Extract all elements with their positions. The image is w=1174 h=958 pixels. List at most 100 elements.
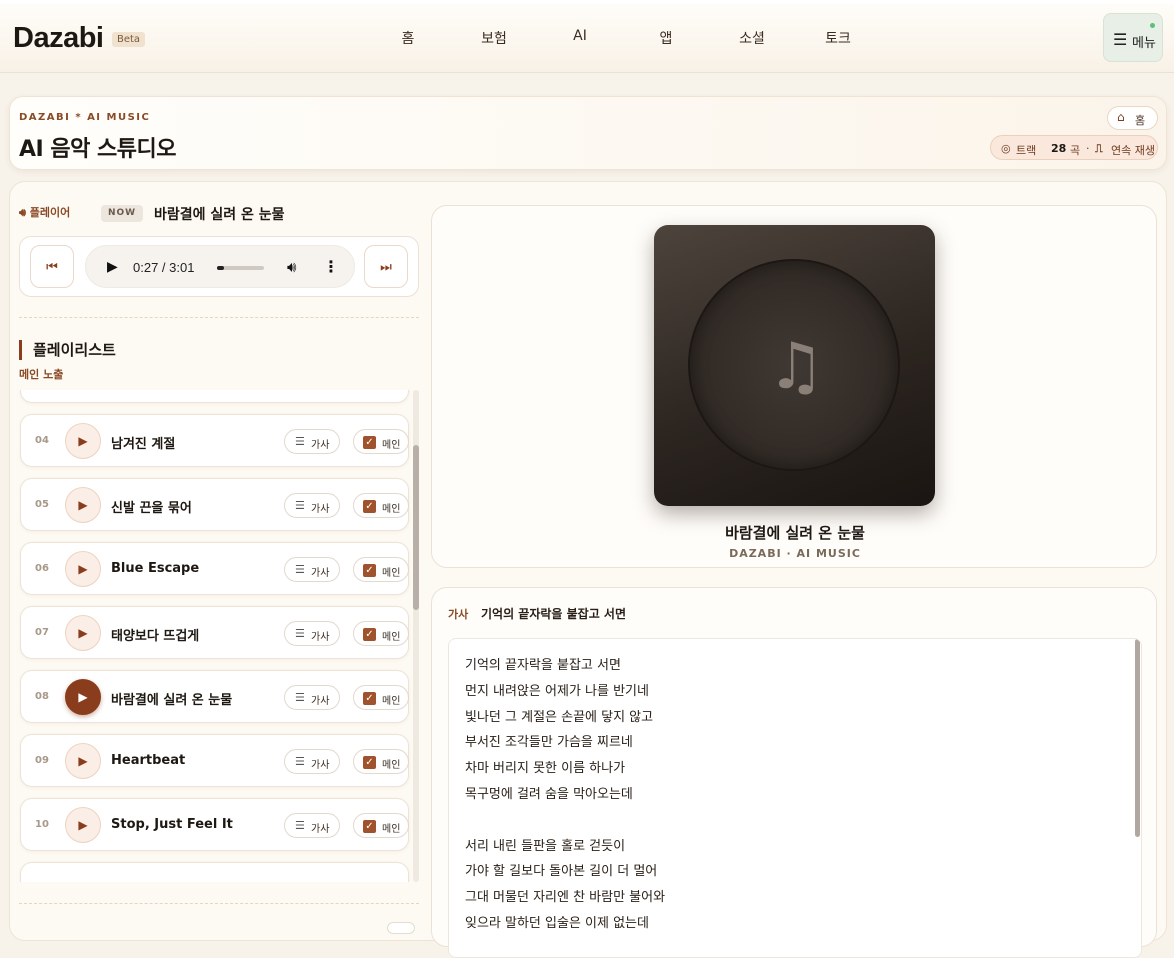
play-icon: ▶ <box>78 818 88 832</box>
main-checkbox-label: 메인 <box>382 504 401 515</box>
checkbox-checked-icon: ✓ <box>363 692 376 705</box>
playlist-scrollbar[interactable] <box>413 390 419 882</box>
list-item[interactable]: 08 ▶ 바람결에 실려 온 눈물 ☰ 가사 ✓ 메인 <box>20 670 409 723</box>
lines-icon: ☰ <box>295 435 305 448</box>
lines-icon: ☰ <box>295 563 305 576</box>
lines-icon: ☰ <box>295 691 305 704</box>
list-item-partial <box>20 390 409 403</box>
main-checkbox[interactable]: ✓ 메인 <box>353 429 409 454</box>
track-play-button[interactable]: ▶ <box>65 743 101 779</box>
lyrics-label: 가사 <box>448 608 469 621</box>
track-number: 05 <box>35 499 49 510</box>
nav-ai[interactable]: AI <box>550 28 610 44</box>
lyrics-button[interactable]: ☰ 가사 <box>284 685 340 710</box>
track-unit: 곡 <box>1070 144 1081 157</box>
track-number: 08 <box>35 691 49 702</box>
main-checkbox[interactable]: ✓ 메인 <box>353 557 409 582</box>
main-checkbox[interactable]: ✓ 메인 <box>353 749 409 774</box>
main-checkbox-label: 메인 <box>382 824 401 835</box>
lyric-line: 그대 머물던 자리엔 찬 바람만 불어와 <box>465 890 666 906</box>
nav-insurance[interactable]: 보험 <box>464 28 524 48</box>
artwork-title: 바람결에 실려 온 눈물 <box>725 524 865 542</box>
lines-icon: ☰ <box>295 627 305 640</box>
separator-dot: · <box>1086 142 1090 155</box>
progress-track[interactable] <box>217 266 264 270</box>
track-title: 태양보다 뜨겁게 <box>111 629 200 644</box>
track-play-button[interactable]: ▶ <box>65 807 101 843</box>
list-item[interactable]: 09 ▶ Heartbeat ☰ 가사 ✓ 메인 <box>20 734 409 787</box>
lyrics-button-label: 가사 <box>311 568 330 579</box>
nav-app[interactable]: 앱 <box>636 28 696 48</box>
track-play-button[interactable]: ▶ <box>65 679 101 715</box>
play-icon[interactable]: ▶ <box>107 259 118 275</box>
nav-talk[interactable]: 토크 <box>808 28 868 48</box>
track-play-button[interactable]: ▶ <box>65 423 101 459</box>
main-checkbox-label: 메인 <box>382 568 401 579</box>
lines-icon: ☰ <box>295 819 305 832</box>
page-title-card: DAZABI * AI MUSIC AI 음악 스튜디오 ⌂ 홈 ◎ 트랙 28… <box>9 96 1167 170</box>
lyrics-button[interactable]: ☰ 가사 <box>284 557 340 582</box>
track-play-button[interactable]: ▶ <box>65 487 101 523</box>
home-label: 홈 <box>1135 114 1146 127</box>
scrollbar-thumb[interactable] <box>413 445 419 610</box>
lyrics-button[interactable]: ☰ 가사 <box>284 429 340 454</box>
list-item[interactable]: 04 ▶ 남겨진 계절 ☰ 가사 ✓ 메인 <box>20 414 409 467</box>
lyrics-button[interactable]: ☰ 가사 <box>284 621 340 646</box>
lyric-line: 잊으라 말하던 입술은 이제 없는데 <box>465 915 649 931</box>
track-title: 신발 끈을 묶어 <box>111 501 192 516</box>
lyrics-button-label: 가사 <box>311 824 330 835</box>
nav-social[interactable]: 소셜 <box>722 28 782 48</box>
list-item[interactable]: 07 ▶ 태양보다 뜨겁게 ☰ 가사 ✓ 메인 <box>20 606 409 659</box>
nav-home[interactable]: 홈 <box>378 28 438 48</box>
lyrics-button-label: 가사 <box>311 696 330 707</box>
lyrics-scrollbar[interactable] <box>1135 639 1140 837</box>
menu-button[interactable]: ☰ 메뉴 <box>1103 13 1163 62</box>
lyrics-button-label: 가사 <box>311 632 330 643</box>
lyric-line <box>465 808 665 834</box>
checkbox-checked-icon: ✓ <box>363 564 376 577</box>
play-icon: ▶ <box>78 754 88 768</box>
track-title: 남겨진 계절 <box>111 437 176 452</box>
partial-button <box>387 922 415 934</box>
playlist-title: 플레이리스트 <box>19 340 116 360</box>
now-badge: NOW <box>101 205 143 222</box>
playlist-list[interactable]: 04 ▶ 남겨진 계절 ☰ 가사 ✓ 메인 05 ▶ 신발 끈을 묶어 ☰ 가사 ✓ 메인 06 ▶ Blue … <box>19 390 411 882</box>
more-options-icon[interactable]: ⋮ <box>323 257 339 276</box>
lyrics-button-label: 가사 <box>311 760 330 771</box>
lines-icon: ☰ <box>295 755 305 768</box>
skip-previous-icon: ⏮︎ <box>46 260 58 275</box>
list-item[interactable]: 05 ▶ 신발 끈을 묶어 ☰ 가사 ✓ 메인 <box>20 478 409 531</box>
track-number: 06 <box>35 563 49 574</box>
list-item[interactable]: 06 ▶ Blue Escape ☰ 가사 ✓ 메인 <box>20 542 409 595</box>
previous-track-button[interactable]: ⏮︎ <box>30 245 74 288</box>
track-title: Blue Escape <box>111 561 200 576</box>
next-track-button[interactable]: ⏭︎ <box>364 245 408 288</box>
track-stats-pill: ◎ 트랙 28 곡 · ⎍ 연속 재생 <box>990 135 1158 160</box>
main-checkbox[interactable]: ✓ 메인 <box>353 685 409 710</box>
lyrics-text: 기억의 끝자락을 붙잡고 서면 먼지 내려앉은 어제가 나를 반기네 빛나던 그 계… <box>465 653 665 937</box>
lyric-line: 목구멍에 걸려 숨을 막아오는데 <box>465 786 633 802</box>
lines-icon: ☰ <box>295 499 305 512</box>
playback-time: 0:27 / 3:01 <box>133 260 195 275</box>
page-eyebrow: DAZABI * AI MUSIC <box>19 112 151 123</box>
speaker-icon: 🔊︎ <box>19 206 26 219</box>
lyrics-button[interactable]: ☰ 가사 <box>284 813 340 838</box>
main-checkbox[interactable]: ✓ 메인 <box>353 621 409 646</box>
list-item[interactable]: 10 ▶ Stop, Just Feel It ☰ 가사 ✓ 메인 <box>20 798 409 851</box>
lyric-line: 부서진 조각들만 가슴을 찌르네 <box>465 735 633 751</box>
home-button[interactable]: ⌂ 홈 <box>1107 106 1158 130</box>
lyric-line: 서리 내린 들판을 홀로 걷듯이 <box>465 838 626 854</box>
album-cover: ♫ <box>654 225 935 506</box>
lyrics-button[interactable]: ☰ 가사 <box>284 493 340 518</box>
lyrics-button[interactable]: ☰ 가사 <box>284 749 340 774</box>
main-checkbox[interactable]: ✓ 메인 <box>353 493 409 518</box>
lyrics-box[interactable]: 기억의 끝자락을 붙잡고 서면 먼지 내려앉은 어제가 나를 반기네 빛나던 그 계… <box>448 638 1142 958</box>
main-checkbox[interactable]: ✓ 메인 <box>353 813 409 838</box>
track-play-button[interactable]: ▶ <box>65 615 101 651</box>
volume-icon[interactable]: 🔊︎ <box>287 258 296 276</box>
logo[interactable]: Dazabi <box>13 22 104 55</box>
lyric-line: 가야 할 길보다 돌아본 길이 더 멀어 <box>465 864 658 880</box>
autoplay-label: 연속 재생 <box>1111 144 1155 157</box>
track-play-button[interactable]: ▶ <box>65 551 101 587</box>
play-icon: ▶ <box>78 690 88 704</box>
